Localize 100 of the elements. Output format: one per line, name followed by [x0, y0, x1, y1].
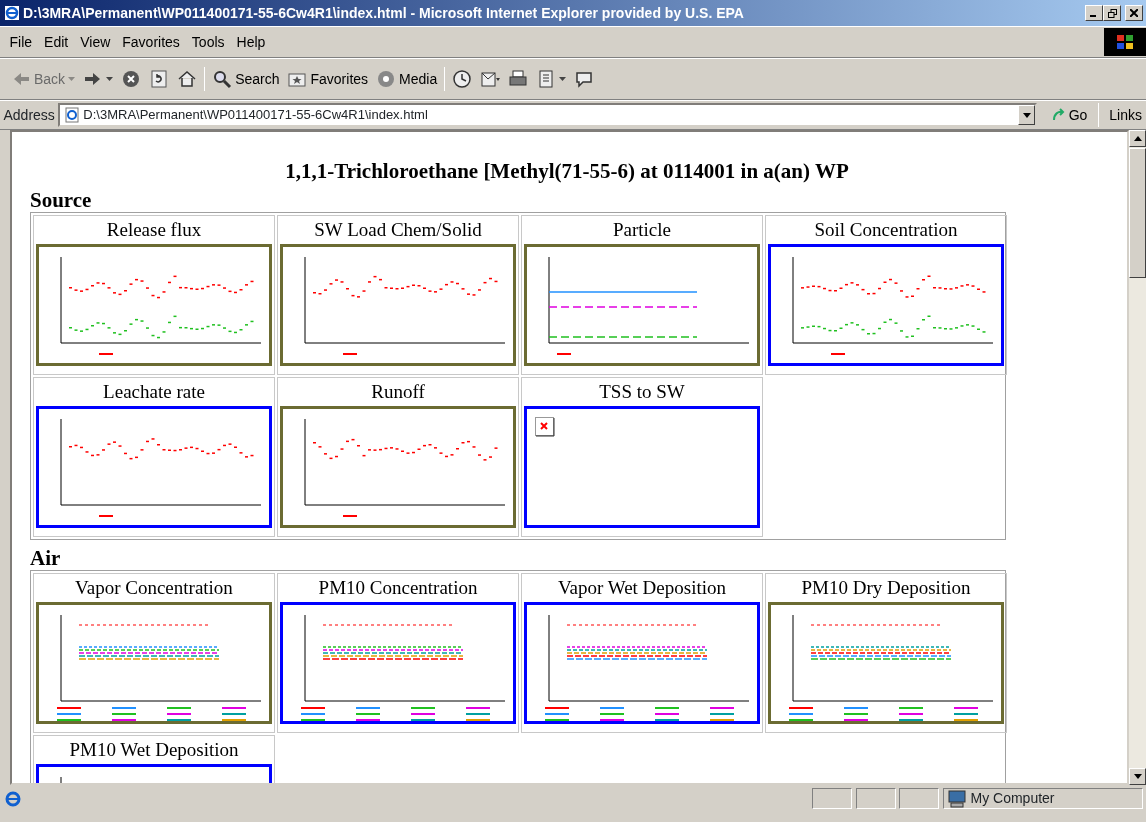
- caret-icon: [106, 77, 114, 81]
- chart-title: Soil Concentration: [813, 217, 959, 242]
- chart-frame[interactable]: [524, 601, 760, 724]
- legend-entry: [343, 352, 357, 355]
- legend-entry: [600, 712, 624, 715]
- up-arrow-icon: [1133, 136, 1142, 141]
- menu-item[interactable]: Favorites: [116, 31, 186, 53]
- chart-frame[interactable]: [524, 405, 760, 528]
- legend-entry: [222, 712, 246, 715]
- legend-entry: [57, 712, 81, 715]
- menu-item[interactable]: View: [74, 31, 117, 53]
- y-axis: [60, 776, 62, 783]
- scroll-thumb[interactable]: [1129, 148, 1146, 278]
- history-icon: [452, 69, 473, 89]
- menu-item[interactable]: Edit: [38, 31, 75, 53]
- legend-entry: [301, 712, 325, 715]
- chart-frame[interactable]: [36, 405, 272, 528]
- search-button[interactable]: Search: [208, 66, 284, 92]
- chart-title: SW Load Chem/Solid: [313, 217, 483, 242]
- legend-entry: [710, 712, 734, 715]
- legend-entry: [411, 712, 435, 715]
- restore-button[interactable]: [1103, 5, 1121, 21]
- page-heading: 1,1,1-Trichloroethane [Methyl(71-55-6) at 0114001 in a(an) WP: [284, 158, 850, 185]
- caret-icon: [1022, 112, 1031, 118]
- legend-entry: [57, 706, 81, 709]
- chart-frame[interactable]: [36, 601, 272, 724]
- printer-icon: [508, 69, 529, 89]
- legend-entry: [112, 712, 136, 715]
- menu-item[interactable]: Help: [230, 31, 272, 53]
- chart-title: PM10 Concentration: [317, 575, 479, 600]
- legend-entry: [844, 712, 868, 715]
- page-icon: [63, 107, 80, 123]
- status-pane: [855, 788, 896, 809]
- chart-frame[interactable]: [524, 243, 760, 366]
- chart-frame[interactable]: [280, 601, 516, 724]
- section-heading: Source: [30, 187, 93, 212]
- chart-frame[interactable]: [280, 405, 516, 528]
- legend-entry: [112, 706, 136, 709]
- legend-entry: [545, 712, 569, 715]
- dropdown-button[interactable]: [1018, 105, 1036, 125]
- stop-icon: [121, 69, 142, 89]
- legend-entry: [831, 352, 845, 355]
- chart-frame[interactable]: [36, 243, 272, 366]
- legend-entry: [301, 718, 325, 721]
- legend-entry: [356, 712, 380, 715]
- go-arrow-icon: [1051, 108, 1066, 122]
- legend-entry: [789, 712, 813, 715]
- speech-bubble-icon: [574, 69, 595, 89]
- menu-item[interactable]: Tools: [185, 31, 231, 53]
- chart-title: PM10 Wet Deposition: [68, 737, 240, 762]
- legend-entry: [844, 718, 868, 721]
- legend-entry: [99, 352, 113, 355]
- broken-image-icon: [535, 416, 555, 437]
- legend-entry: [710, 706, 734, 709]
- legend-entry: [557, 352, 571, 355]
- legend-entry: [167, 712, 191, 715]
- legend-entry: [343, 514, 357, 517]
- chart-title: Vapor Wet Deposition: [556, 575, 727, 600]
- media-button[interactable]: Media: [372, 66, 442, 92]
- legend-entry: [789, 706, 813, 709]
- legend-entry: [600, 706, 624, 709]
- favorites-button[interactable]: Favorites: [283, 66, 373, 92]
- legend-entry: [899, 718, 923, 721]
- caret-icon: [68, 77, 76, 81]
- minimize-button[interactable]: [1085, 5, 1103, 21]
- legend-entry: [844, 706, 868, 709]
- address-field[interactable]: D:\3MRA\Permanent\WP011400171-55-6Cw4R1\index.html: [58, 103, 1038, 127]
- windows-flag-icon: [1116, 34, 1134, 50]
- legend-entry: [167, 706, 191, 709]
- legend-entry: [167, 718, 191, 721]
- chart-title: Vapor Concentration: [74, 575, 234, 600]
- links-button[interactable]: Links: [1105, 102, 1146, 128]
- legend-entry: [789, 718, 813, 721]
- status-pane: [899, 788, 939, 809]
- legend-entry: [222, 706, 246, 709]
- legend-entry: [600, 718, 624, 721]
- legend-entry: [356, 706, 380, 709]
- caret-icon: [559, 77, 567, 81]
- go-button[interactable]: Go: [1047, 102, 1092, 128]
- legend-entry: [545, 706, 569, 709]
- section-heading: Air: [30, 545, 62, 570]
- menu-item[interactable]: File: [3, 31, 39, 53]
- chart-frame[interactable]: [280, 243, 516, 366]
- legend-entry: [954, 718, 978, 721]
- legend-entry: [356, 718, 380, 721]
- legend-entry: [301, 706, 325, 709]
- browser-icon: [3, 789, 22, 808]
- legend-entry: [466, 706, 490, 709]
- browser-icon: [3, 5, 20, 21]
- chart-frame[interactable]: [768, 601, 1004, 724]
- legend-entry: [954, 706, 978, 709]
- scrollbar[interactable]: [1129, 130, 1146, 785]
- chart-title: PM10 Dry Deposition: [800, 575, 972, 600]
- status-pane: [812, 788, 852, 809]
- legend-entry: [655, 706, 679, 709]
- legend-entry: [655, 712, 679, 715]
- close-icon: [1129, 9, 1138, 17]
- close-button[interactable]: [1124, 5, 1143, 21]
- chart-frame[interactable]: [768, 243, 1004, 366]
- zone-label: My Computer: [970, 789, 1055, 808]
